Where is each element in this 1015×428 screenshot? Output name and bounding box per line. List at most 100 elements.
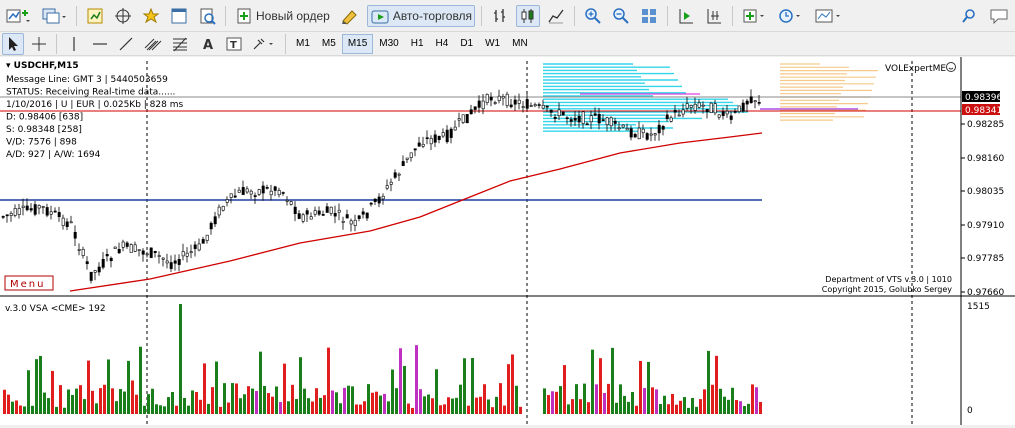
volume-bar xyxy=(367,384,370,414)
candle xyxy=(117,242,121,255)
watermark: VOLExpertME xyxy=(885,64,946,74)
equidistant-channel-icon[interactable] xyxy=(141,33,165,55)
candle-body xyxy=(741,102,745,112)
candle xyxy=(113,246,117,249)
vertical-line-icon[interactable] xyxy=(63,33,85,55)
timeframe-m1[interactable]: M1 xyxy=(290,34,316,54)
candle-body xyxy=(453,126,457,131)
timeframe-h4[interactable]: H4 xyxy=(430,34,455,54)
volume-bar xyxy=(283,363,286,414)
templates-icon[interactable] xyxy=(811,5,847,27)
candle xyxy=(297,210,301,220)
horizontal-line-icon[interactable] xyxy=(89,33,111,55)
fibonacci-icon[interactable] xyxy=(169,33,193,55)
candlestick-chart-icon[interactable] xyxy=(516,4,541,27)
candle-body xyxy=(81,248,85,256)
volume-bar xyxy=(63,407,66,414)
volume-bar xyxy=(651,387,654,414)
copyright-label: Copyright 2015, Golubko Sergey xyxy=(822,285,952,294)
menu-button-label[interactable]: Menu xyxy=(10,279,45,290)
volume-bar xyxy=(303,388,306,414)
new-chart-icon[interactable] xyxy=(2,5,34,27)
timeframe-w1[interactable]: W1 xyxy=(479,34,506,54)
candle-body xyxy=(553,116,557,119)
candle-body xyxy=(61,217,65,226)
text-tool-icon[interactable]: A xyxy=(197,33,219,55)
candle xyxy=(17,203,21,219)
new-order-button[interactable]: Новый ордер xyxy=(232,5,333,27)
timeframe-m5[interactable]: M5 xyxy=(316,34,342,54)
candle xyxy=(281,191,285,196)
candle-body xyxy=(549,109,553,113)
candle-body xyxy=(449,128,453,138)
auto-scroll-icon[interactable] xyxy=(674,5,698,27)
line-chart-icon[interactable] xyxy=(544,5,568,27)
volume-bar xyxy=(411,407,414,414)
cursor-icon[interactable] xyxy=(2,32,24,55)
menu-button[interactable]: Menu xyxy=(4,275,54,291)
separator xyxy=(56,33,57,54)
timeframe-mn[interactable]: MN xyxy=(506,34,534,54)
bar-chart-icon[interactable] xyxy=(488,5,512,27)
candle-body xyxy=(609,117,613,127)
candle-body xyxy=(753,100,757,102)
chart-shift-icon[interactable] xyxy=(702,5,726,27)
crosshair-navigator-icon[interactable] xyxy=(111,5,135,27)
market-watch-icon[interactable] xyxy=(83,5,107,27)
chart-window[interactable]: 0.98285 0.98160 0.98035 0.97910 0.97785 0.976… xyxy=(0,57,1015,425)
volume-bar xyxy=(595,384,598,414)
chat-icon[interactable] xyxy=(985,5,1013,27)
timeframe-h1[interactable]: H1 xyxy=(405,34,430,54)
zoom-in-icon[interactable] xyxy=(581,5,605,27)
search-icon[interactable] xyxy=(957,5,981,27)
crosshair-icon[interactable] xyxy=(28,33,50,55)
candle-body xyxy=(497,95,501,101)
autotrading-button[interactable]: Авто-торговля xyxy=(366,4,476,27)
volume-bar xyxy=(471,358,474,414)
candle-body xyxy=(17,208,21,215)
terminal-window-icon[interactable] xyxy=(167,5,191,27)
candle xyxy=(133,241,137,253)
profiles-icon[interactable] xyxy=(38,5,70,27)
candle-body xyxy=(241,187,245,195)
metaeditor-icon[interactable] xyxy=(337,5,363,27)
arrows-dropdown-icon[interactable] xyxy=(249,33,279,55)
timeframe-m30[interactable]: M30 xyxy=(373,34,404,54)
text-label-icon[interactable]: T xyxy=(223,33,245,55)
price-chart[interactable]: 0.982850.981600.980350.979100.977850.976… xyxy=(0,57,1015,425)
periods-icon[interactable] xyxy=(775,5,807,27)
candle-body xyxy=(265,187,269,189)
smiley-icon xyxy=(946,62,956,72)
candle-body xyxy=(565,117,569,119)
candle-body xyxy=(237,189,241,193)
bid-label: 0.98396 xyxy=(965,93,1002,103)
candle-body xyxy=(617,127,621,130)
candle-body xyxy=(693,103,697,111)
indicators-icon[interactable] xyxy=(739,5,771,27)
candle-body xyxy=(409,152,413,158)
candle-body xyxy=(745,100,749,105)
candle-body xyxy=(721,111,725,116)
candle-body xyxy=(5,214,9,217)
candle-body xyxy=(625,128,629,131)
zoom-out-icon[interactable] xyxy=(609,5,633,27)
candle xyxy=(409,152,413,162)
candle-body xyxy=(421,143,425,147)
tester-icon[interactable] xyxy=(195,5,219,27)
volume-bar xyxy=(23,406,26,414)
trendline-icon[interactable] xyxy=(115,33,137,55)
volume-bar xyxy=(207,403,210,414)
candle xyxy=(441,128,445,138)
volume-bar xyxy=(483,384,486,414)
timeframe-m15[interactable]: M15 xyxy=(341,33,374,54)
volume-bar xyxy=(43,392,46,414)
favorites-icon[interactable] xyxy=(139,5,163,27)
candle xyxy=(705,109,709,119)
tile-windows-icon[interactable] xyxy=(637,5,661,27)
candle xyxy=(349,218,353,232)
volume-bar xyxy=(727,399,730,414)
department-label: Department of VTS v.3.0 | 1010 xyxy=(825,275,952,284)
candle-body xyxy=(573,117,577,121)
volume-bar xyxy=(19,405,22,414)
timeframe-d1[interactable]: D1 xyxy=(454,34,479,54)
